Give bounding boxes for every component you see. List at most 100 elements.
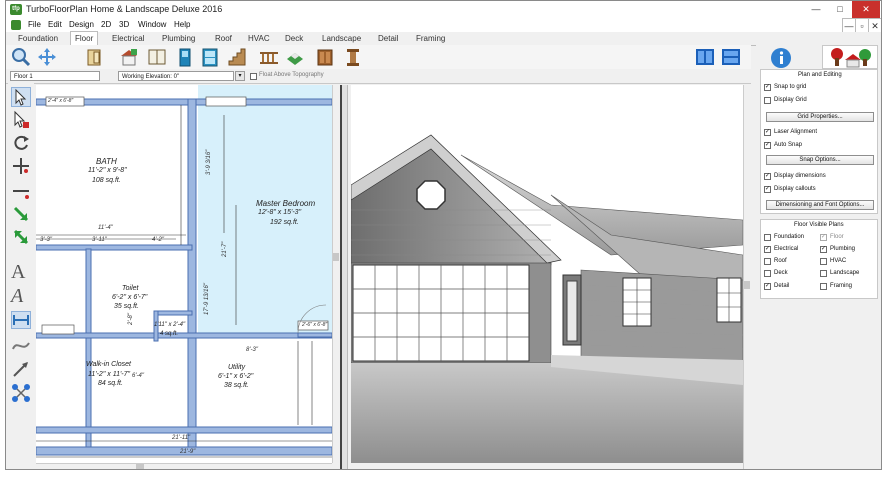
- working-elevation-field[interactable]: Working Elevation: 0": [118, 71, 234, 81]
- add-room-icon[interactable]: [118, 47, 140, 67]
- dimension-label: 3'-11": [92, 237, 107, 243]
- view-layout-icon[interactable]: [720, 47, 742, 67]
- railing-icon[interactable]: [258, 47, 280, 67]
- stairs-icon[interactable]: [226, 47, 248, 67]
- visible-hvac-checkbox[interactable]: [820, 258, 827, 265]
- dimension-label: 3'-9 3/16": [206, 149, 212, 175]
- visible-roof-checkbox[interactable]: [764, 258, 771, 265]
- split-view-icon[interactable]: [694, 47, 716, 67]
- visible-floor-checkbox[interactable]: ✓: [820, 234, 827, 241]
- multi-select-icon[interactable]: [11, 110, 31, 132]
- right-panel: Plan and Editing ✓ Snap to grid Display …: [756, 45, 881, 469]
- line-tool-icon[interactable]: [11, 181, 31, 203]
- maximize-button[interactable]: □: [828, 1, 852, 18]
- menu-window[interactable]: Window: [138, 20, 166, 29]
- dimension-label: 17'-9 13/16": [204, 283, 210, 315]
- laser-alignment-checkbox[interactable]: ✓: [764, 129, 771, 136]
- landscape-trees-icon[interactable]: [822, 45, 878, 69]
- column-icon[interactable]: [342, 47, 364, 67]
- plan-hscroll-thumb[interactable]: [136, 464, 144, 469]
- door-tool-icon[interactable]: [84, 47, 106, 67]
- tab-plumbing[interactable]: Plumbing: [158, 32, 199, 45]
- visible-framing-checkbox[interactable]: [820, 283, 827, 290]
- tab-electrical[interactable]: Electrical: [108, 32, 148, 45]
- elevation-dropdown-icon[interactable]: ▾: [235, 71, 245, 81]
- move-point-icon[interactable]: [11, 156, 31, 178]
- visible-detail-checkbox[interactable]: ✓: [764, 283, 771, 290]
- room-utility-area: 38 sq.ft.: [224, 382, 249, 389]
- floor-select[interactable]: Floor 1: [10, 71, 100, 81]
- rotate-icon[interactable]: [11, 133, 31, 155]
- plan-scroll-thumb[interactable]: [333, 253, 339, 261]
- arrow-tool-icon[interactable]: [11, 359, 31, 381]
- plan-horizontal-scrollbar[interactable]: [36, 463, 332, 469]
- 3d-scroll-thumb[interactable]: [744, 281, 750, 289]
- close-button[interactable]: ✕: [852, 1, 880, 18]
- menu-edit[interactable]: Edit: [48, 20, 62, 29]
- cabinet-icon[interactable]: [314, 47, 336, 67]
- visible-landscape-checkbox[interactable]: [820, 270, 827, 277]
- view-splitter[interactable]: [340, 85, 348, 469]
- tab-roof[interactable]: Roof: [211, 32, 236, 45]
- tab-landscape[interactable]: Landscape: [318, 32, 365, 45]
- dimension-tool-icon[interactable]: [11, 311, 31, 329]
- tab-detail[interactable]: Detail: [374, 32, 402, 45]
- floor-plan-view[interactable]: BATH 11'-2" x 9'-8" 108 sq.ft. Master Be…: [36, 85, 332, 463]
- room-toilet-area: 35 sq.ft.: [114, 303, 139, 310]
- dimension-label: 3'-3": [40, 237, 52, 243]
- window-title: TurboFloorPlan Home & Landscape Deluxe 2…: [26, 4, 223, 14]
- snap-options-button[interactable]: Snap Options...: [766, 155, 874, 165]
- room-toilet-name: Toilet: [122, 285, 139, 292]
- italic-text-tool-icon[interactable]: A: [11, 285, 23, 308]
- visible-framing-label: Framing: [830, 283, 853, 289]
- window-tool-icon[interactable]: [146, 47, 168, 67]
- dimension-label: 8'-3": [246, 347, 258, 353]
- menu-2d[interactable]: 2D: [101, 20, 111, 29]
- text-tool-icon[interactable]: A: [11, 261, 25, 284]
- zoom-icon[interactable]: [10, 47, 32, 67]
- display-grid-checkbox[interactable]: [764, 97, 771, 104]
- window-icon[interactable]: [199, 47, 221, 67]
- grid-properties-button[interactable]: Grid Properties...: [766, 112, 874, 122]
- display-callouts-checkbox[interactable]: ✓: [764, 186, 771, 193]
- tab-floor[interactable]: Floor: [70, 31, 99, 45]
- resize-diagonal-2-icon[interactable]: [11, 227, 31, 249]
- 3d-vertical-scrollbar[interactable]: [743, 85, 752, 469]
- auto-snap-checkbox[interactable]: ✓: [764, 142, 771, 149]
- tab-framing[interactable]: Framing: [412, 32, 449, 45]
- dimensioning-font-options-button[interactable]: Dimensioning and Font Options...: [766, 200, 874, 210]
- visible-deck-checkbox[interactable]: [764, 270, 771, 277]
- minimize-button[interactable]: —: [804, 1, 828, 18]
- pan-icon[interactable]: [36, 47, 58, 67]
- tab-hvac[interactable]: HVAC: [244, 32, 274, 45]
- plan-editing-title: Plan and Editing: [798, 72, 842, 78]
- select-arrow-icon[interactable]: [11, 87, 31, 107]
- menu-3d[interactable]: 3D: [119, 20, 129, 29]
- dimension-label: 6'-4": [132, 373, 144, 379]
- floor-plan-drawing: [36, 85, 332, 458]
- resize-diagonal-icon[interactable]: [11, 204, 31, 226]
- snap-to-grid-checkbox[interactable]: ✓: [764, 84, 771, 91]
- float-above-topography-checkbox[interactable]: [250, 73, 257, 80]
- menu-file[interactable]: File: [28, 20, 41, 29]
- menu-design[interactable]: Design: [69, 20, 94, 29]
- visible-foundation-checkbox[interactable]: [764, 234, 771, 241]
- room-closet-name: Walk-in Closet: [86, 361, 131, 368]
- visible-plumbing-checkbox[interactable]: ✓: [820, 246, 827, 253]
- app-window: tfp TurboFloorPlan Home & Landscape Delu…: [5, 0, 882, 470]
- info-icon[interactable]: [770, 47, 796, 69]
- tab-deck[interactable]: Deck: [281, 32, 307, 45]
- display-dimensions-checkbox[interactable]: ✓: [764, 173, 771, 180]
- visible-electrical-checkbox[interactable]: ✓: [764, 246, 771, 253]
- menu-help[interactable]: Help: [174, 20, 190, 29]
- node-edit-icon[interactable]: [11, 383, 31, 405]
- visible-plumbing-label: Plumbing: [830, 246, 856, 252]
- snap-to-grid-label: Snap to grid: [774, 84, 807, 90]
- tab-foundation[interactable]: Foundation: [14, 32, 62, 45]
- flooring-icon[interactable]: [284, 47, 306, 67]
- 3d-view[interactable]: [351, 85, 743, 463]
- door-icon[interactable]: [174, 47, 196, 67]
- room-small-area: 4 sq.ft.: [160, 331, 179, 337]
- visible-roof-label: Roof: [774, 258, 787, 264]
- curve-tool-icon[interactable]: [11, 335, 31, 357]
